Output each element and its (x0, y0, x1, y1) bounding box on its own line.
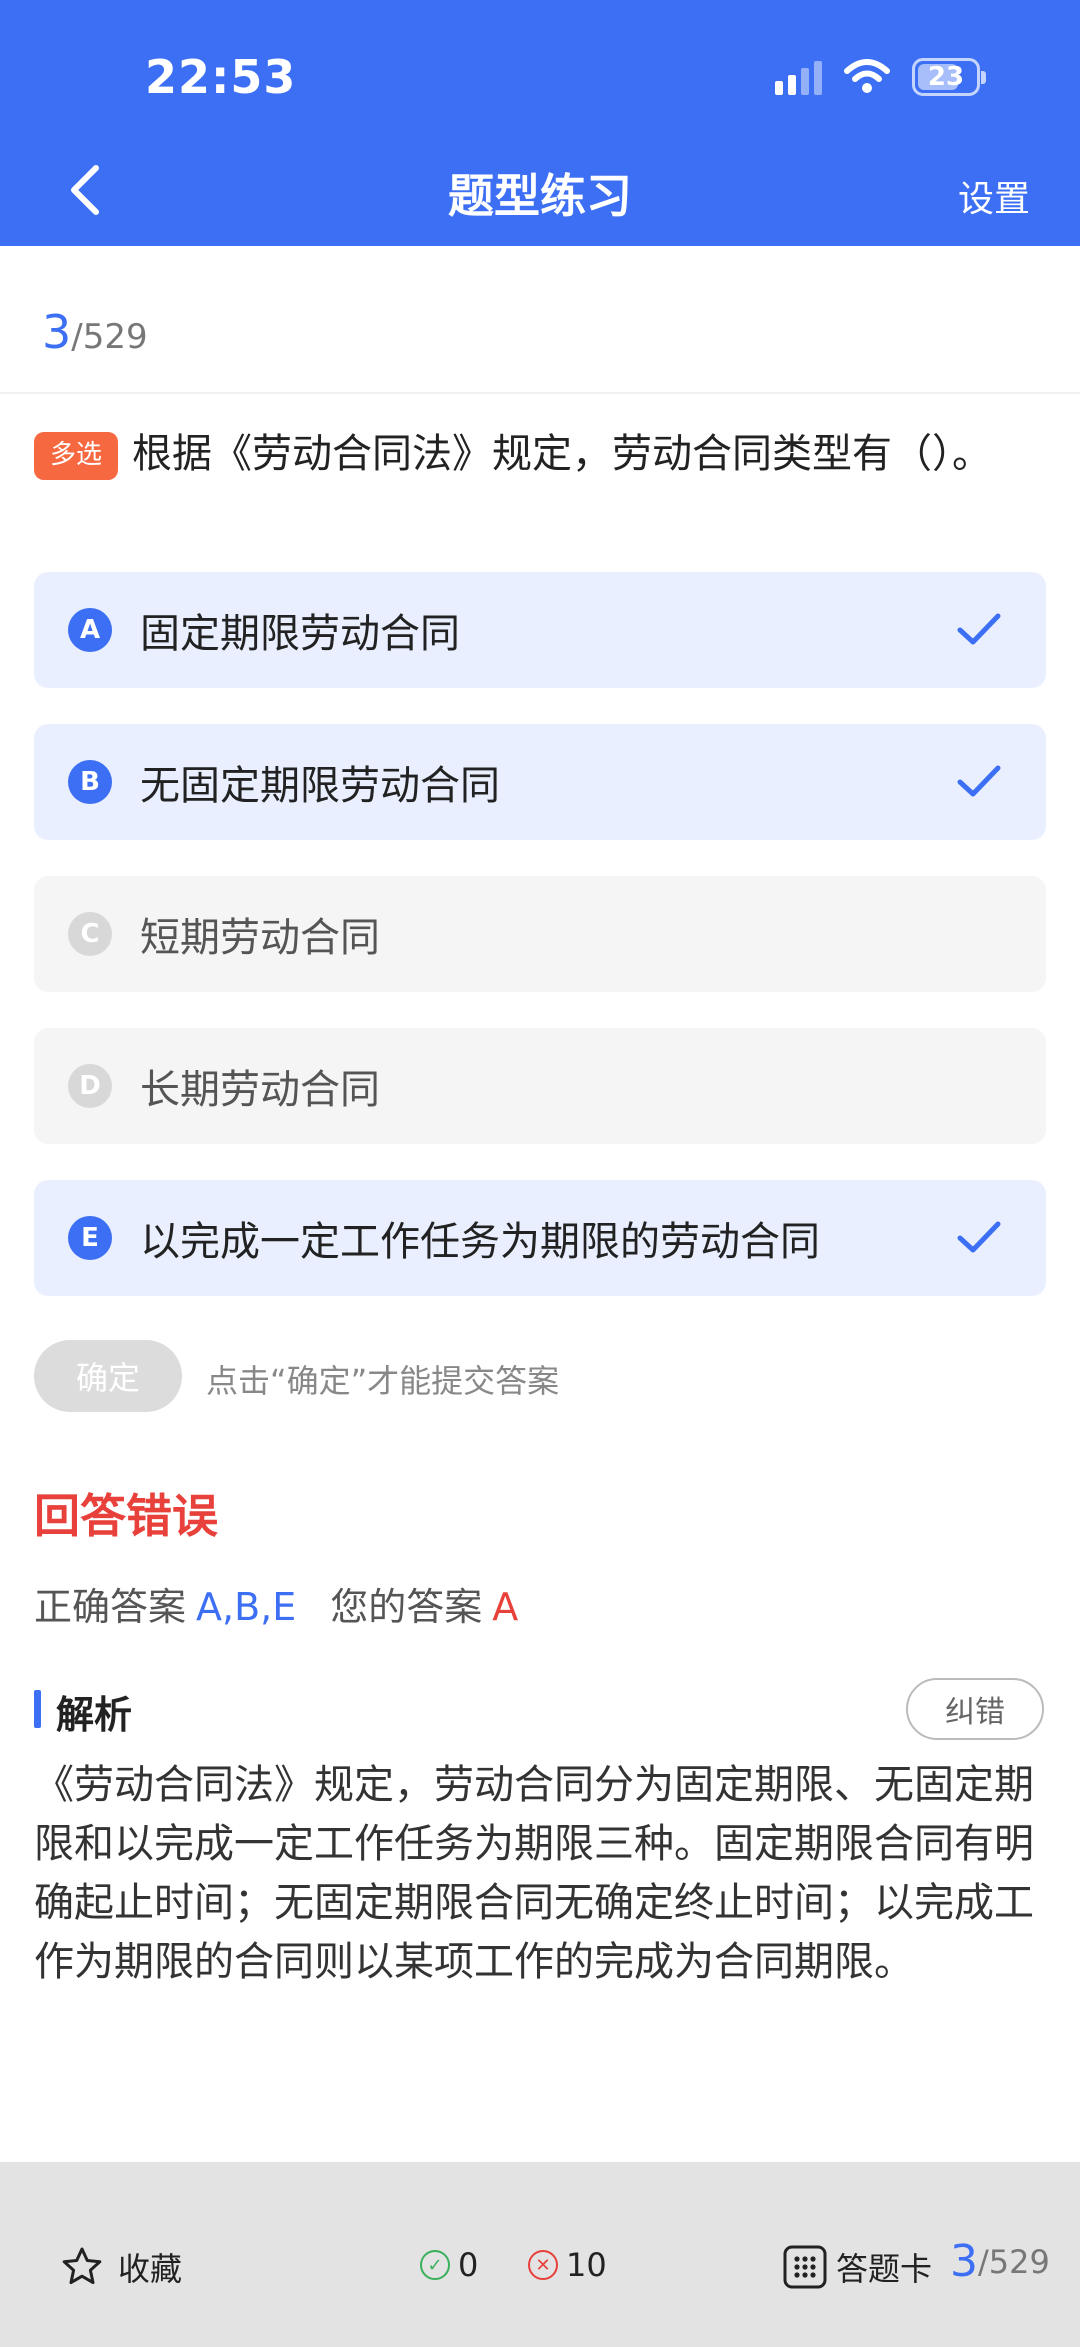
bottom-progress: 3/529 (950, 2236, 1050, 2287)
analysis-accent-bar (34, 1690, 41, 1728)
option-text: 无固定期限劳动合同 (140, 763, 500, 809)
app-header: 22:53 23 题型练习 设置 (0, 0, 1080, 246)
bottom-bar: 收藏 ✓ 0 ✕ 10 答题卡 3/529 (0, 2162, 1080, 2347)
correct-answer-value: A,B,E (196, 1585, 297, 1629)
question-type-badge: 多选 (34, 432, 119, 480)
option-e[interactable]: E 以完成一定工作任务为期限的劳动合同 (34, 1180, 1046, 1296)
option-text: 固定期限劳动合同 (140, 611, 460, 657)
favorite-label: 收藏 (118, 2250, 183, 2288)
answer-card-label: 答题卡 (836, 2250, 933, 2288)
check-circle-icon: ✓ (420, 2250, 450, 2280)
confirm-button[interactable]: 确定 (34, 1340, 182, 1412)
star-icon (62, 2247, 102, 2285)
page-title: 题型练习 (448, 169, 632, 223)
progress-total: /529 (71, 317, 148, 357)
check-icon (957, 1221, 1001, 1253)
confirm-hint: 点击“确定”才能提交答案 (206, 1362, 560, 1400)
your-answer-value: A (492, 1585, 519, 1629)
favorite-button[interactable]: 收藏 (60, 2244, 182, 2290)
progress-current: 3 (42, 305, 72, 359)
status-time: 22:53 (145, 50, 297, 104)
answer-summary: 正确答案 A,B,E 您的答案 A (34, 1576, 518, 1631)
analysis-title: 解析 (56, 1693, 133, 1737)
battery-level: 23 (927, 62, 965, 92)
option-b[interactable]: B 无固定期限劳动合同 (34, 724, 1046, 840)
answer-card-button[interactable]: 答题卡 (782, 2244, 932, 2290)
option-a[interactable]: A 固定期限劳动合同 (34, 572, 1046, 688)
question-text: 根据《劳动合同法》规定，劳动合同类型有（）。 (132, 431, 993, 477)
wrong-count-value: 10 (566, 2246, 607, 2284)
report-error-button[interactable]: 纠错 (906, 1678, 1044, 1740)
question: 多选 根据《劳动合同法》规定，劳动合同类型有（）。 (34, 425, 1034, 483)
question-progress: 3/529 (42, 305, 148, 359)
check-icon (957, 765, 1001, 797)
option-text: 长期劳动合同 (140, 1067, 380, 1113)
your-answer-label: 您的答案 (330, 1585, 483, 1629)
option-letter: B (68, 760, 112, 804)
option-letter: E (68, 1216, 112, 1260)
option-letter: C (68, 912, 112, 956)
option-text: 以完成一定工作任务为期限的劳动合同 (140, 1219, 820, 1265)
grid-icon (783, 2245, 827, 2289)
correct-count-value: 0 (458, 2246, 479, 2284)
signal-icon (775, 59, 822, 95)
divider (0, 392, 1080, 394)
x-circle-icon: ✕ (528, 2250, 558, 2280)
battery-icon: 23 (912, 58, 986, 96)
wifi-icon (844, 59, 890, 93)
option-d[interactable]: D 长期劳动合同 (34, 1028, 1046, 1144)
option-c[interactable]: C 短期劳动合同 (34, 876, 1046, 992)
analysis-text: 《劳动合同法》规定，劳动合同分为固定期限、无固定期限和以完成一定工作任务为期限三… (34, 1762, 1034, 1985)
result-status: 回答错误 (34, 1489, 218, 1543)
bottom-progress-total: /529 (978, 2242, 1050, 2281)
option-letter: D (68, 1064, 112, 1108)
wrong-count: ✕ 10 (528, 2246, 607, 2284)
bottom-progress-current: 3 (950, 2236, 978, 2287)
status-icons: 23 (775, 58, 986, 96)
settings-button[interactable]: 设置 (958, 170, 1030, 222)
correct-answer-label: 正确答案 (34, 1585, 187, 1629)
check-icon (957, 613, 1001, 645)
option-text: 短期劳动合同 (140, 915, 380, 961)
correct-count: ✓ 0 (420, 2246, 478, 2284)
option-letter: A (68, 608, 112, 652)
